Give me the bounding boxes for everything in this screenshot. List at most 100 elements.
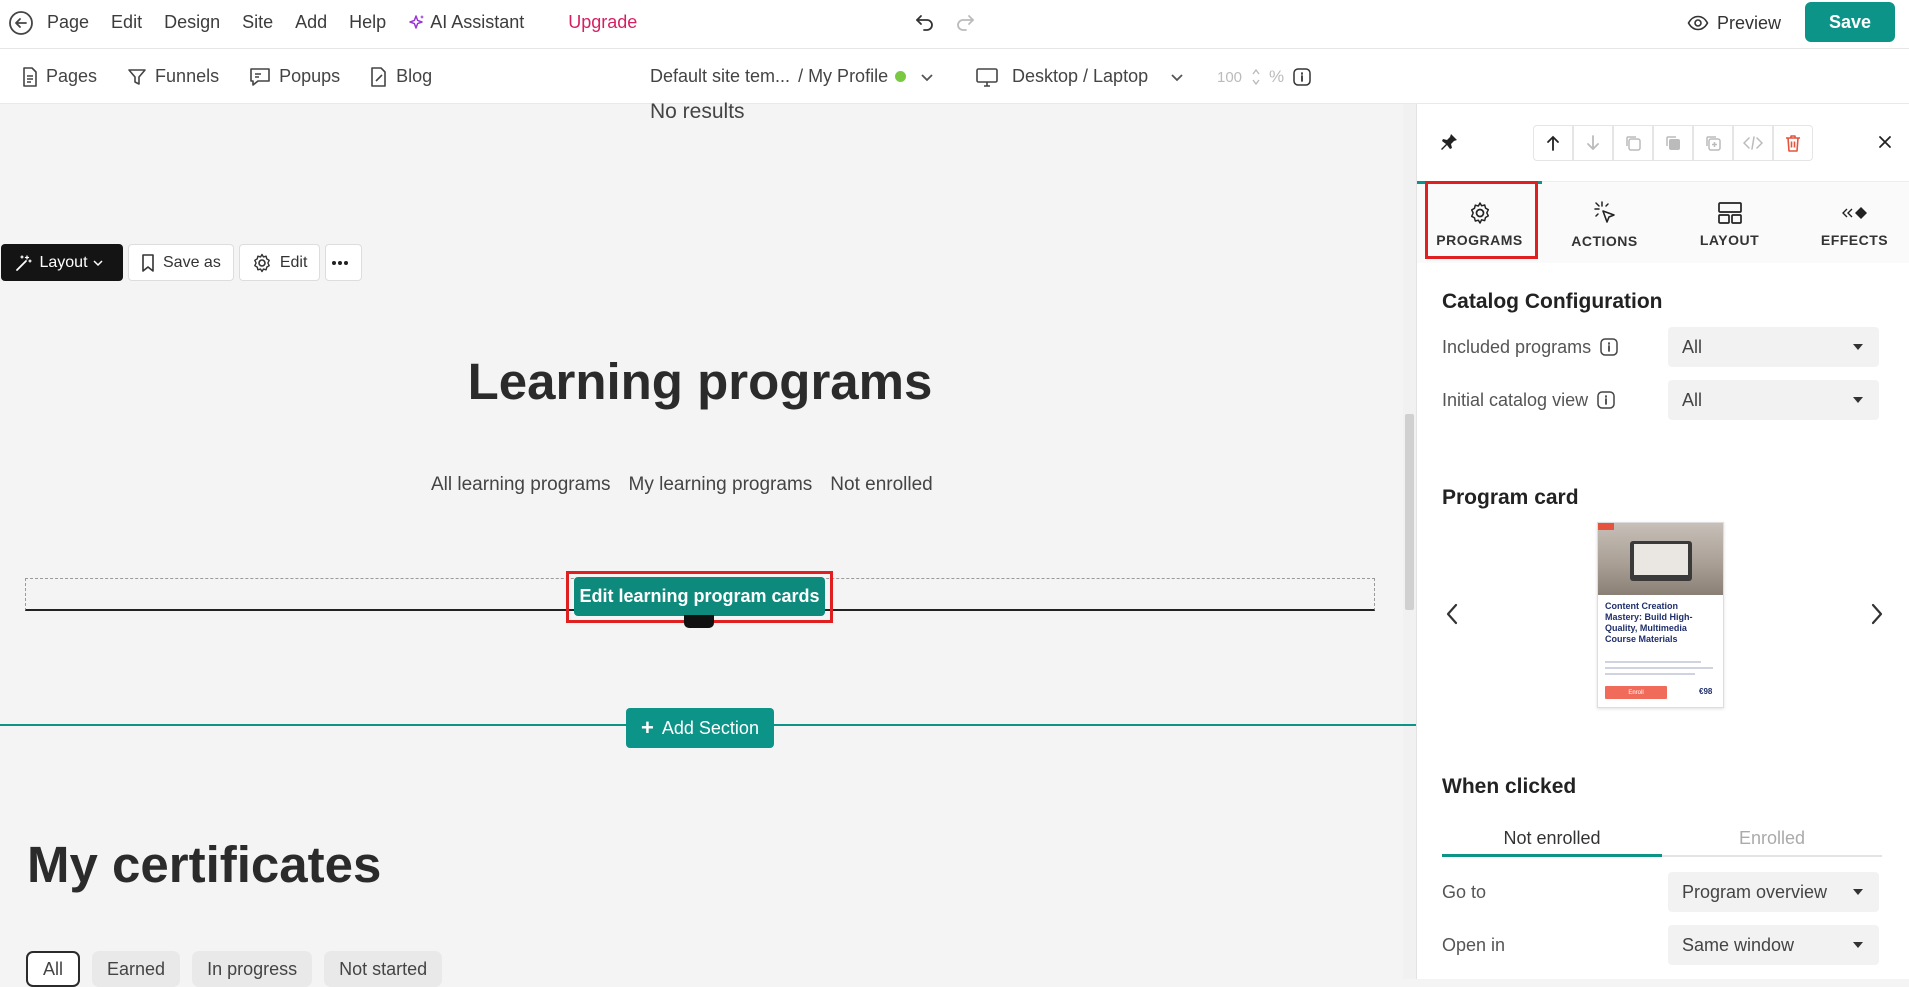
copy-icon[interactable] xyxy=(1613,125,1653,161)
nav-blog[interactable]: Blog xyxy=(370,66,432,87)
cert-tab-earned[interactable]: Earned xyxy=(92,951,181,987)
site-nav: Pages Funnels Popups Blog xyxy=(22,49,462,104)
code-icon[interactable] xyxy=(1733,125,1773,161)
nav-pages[interactable]: Pages xyxy=(22,66,97,87)
chevron-down-icon xyxy=(1171,73,1183,81)
more-dots-icon xyxy=(331,260,348,265)
delete-icon[interactable] xyxy=(1773,125,1813,161)
move-down-icon[interactable] xyxy=(1573,125,1613,161)
cert-tab-in-progress[interactable]: In progress xyxy=(192,951,313,987)
menu-help[interactable]: Help xyxy=(349,12,386,33)
add-section-label: Add Section xyxy=(661,717,759,738)
resize-handle[interactable] xyxy=(684,615,714,628)
element-toolbar xyxy=(1533,125,1813,161)
stepper-icon[interactable] xyxy=(1251,66,1261,88)
eye-icon xyxy=(1687,15,1709,31)
page-title: Learning programs xyxy=(467,353,933,410)
device-selector[interactable]: Desktop / Laptop xyxy=(976,49,1184,104)
initial-view-select[interactable]: All xyxy=(1668,380,1879,420)
sparkle-icon xyxy=(409,14,425,29)
page-icon xyxy=(23,66,37,87)
section-toolbar: Layout Save as Edit xyxy=(1,244,363,281)
bookmark-icon xyxy=(142,253,154,272)
canvas-scrollbar-thumb[interactable] xyxy=(1405,414,1414,610)
gear-icon xyxy=(253,253,270,272)
card-description-line xyxy=(1605,667,1713,669)
goto-value: Program overview xyxy=(1682,881,1828,902)
pin-icon[interactable] xyxy=(1439,132,1459,152)
cert-tab-not-started[interactable]: Not started xyxy=(324,951,443,987)
save-as-label: Save as xyxy=(163,253,221,271)
close-icon[interactable] xyxy=(1877,134,1893,150)
redo-icon[interactable] xyxy=(953,11,977,33)
certificate-filter-tabs: All Earned In progress Not started xyxy=(26,951,454,987)
page-selector[interactable]: Default site tem... / My Profile xyxy=(650,49,934,104)
undo-icon[interactable] xyxy=(913,11,937,33)
open-in-value: Same window xyxy=(1682,934,1795,955)
tab-actions[interactable]: ACTIONS xyxy=(1542,184,1667,264)
more-options-button[interactable] xyxy=(325,244,363,281)
edit-program-cards-button[interactable]: Edit learning program cards xyxy=(574,577,825,616)
main-menu: Page Edit Design Site Add Help AI Assist… xyxy=(47,0,659,45)
upgrade-link[interactable]: Upgrade xyxy=(568,12,637,33)
layout-button[interactable]: Layout xyxy=(1,244,123,281)
tab-effects[interactable]: EFFECTS xyxy=(1792,184,1909,264)
menu-design[interactable]: Design xyxy=(164,12,220,33)
tab-layout[interactable]: LAYOUT xyxy=(1667,184,1792,264)
initial-view-value: All xyxy=(1682,389,1703,410)
info-icon[interactable] xyxy=(1596,390,1616,410)
tab-all-learning-programs[interactable]: All learning programs xyxy=(431,474,611,496)
save-button[interactable]: Save xyxy=(1805,2,1895,42)
info-icon[interactable] xyxy=(1292,67,1312,87)
preview-label: Preview xyxy=(1717,12,1782,33)
menu-add[interactable]: Add xyxy=(295,12,327,33)
zoom-unit: % xyxy=(1269,67,1285,86)
card-price: €98 xyxy=(1699,687,1713,696)
zoom-input[interactable]: 100 xyxy=(1217,69,1251,86)
nav-popups[interactable]: Popups xyxy=(249,66,340,87)
status-dot xyxy=(895,71,907,82)
chevron-left-icon[interactable] xyxy=(1445,603,1459,625)
menu-site[interactable]: Site xyxy=(242,12,273,33)
edit-section-button[interactable]: Edit xyxy=(238,244,321,281)
nav-funnels[interactable]: Funnels xyxy=(127,66,219,87)
ai-assistant-button[interactable]: AI Assistant xyxy=(408,12,546,33)
preview-button[interactable]: Preview xyxy=(1687,8,1781,38)
catalog-config-title: Catalog Configuration xyxy=(1442,290,1663,313)
save-as-button[interactable]: Save as xyxy=(128,244,234,281)
card-description-line xyxy=(1605,673,1695,675)
magic-wand-icon xyxy=(16,254,33,271)
segment-enrolled[interactable]: Enrolled xyxy=(1662,819,1882,855)
paste-icon[interactable] xyxy=(1693,125,1733,161)
enrollment-segmented-control: Not enrolled Enrolled xyxy=(1442,819,1882,857)
program-card-preview[interactable]: Content Creation Mastery: Build High-Qua… xyxy=(1597,522,1724,708)
tab-my-learning-programs[interactable]: My learning programs xyxy=(629,474,813,496)
included-programs-row: Included programs All xyxy=(1442,327,1882,367)
duplicate-icon[interactable] xyxy=(1653,125,1693,161)
info-icon[interactable] xyxy=(1599,337,1619,357)
segment-not-enrolled[interactable]: Not enrolled xyxy=(1442,819,1662,857)
caret-down-icon xyxy=(1853,889,1863,895)
card-enroll-button: Enroll xyxy=(1605,686,1667,699)
card-title: Content Creation Mastery: Build High-Qua… xyxy=(1605,601,1693,644)
device-label: Desktop / Laptop xyxy=(1012,66,1149,86)
goto-label: Go to xyxy=(1442,881,1487,902)
program-card-title: Program card xyxy=(1442,486,1579,509)
back-arrow-icon[interactable] xyxy=(8,10,34,36)
goto-row: Go to Program overview xyxy=(1442,872,1882,912)
open-in-select[interactable]: Same window xyxy=(1668,925,1879,965)
menu-page[interactable]: Page xyxy=(47,12,89,33)
tab-not-enrolled[interactable]: Not enrolled xyxy=(830,474,932,496)
goto-select[interactable]: Program overview xyxy=(1668,872,1879,912)
nav-funnels-label: Funnels xyxy=(155,66,220,86)
move-up-icon[interactable] xyxy=(1533,125,1573,161)
menu-edit[interactable]: Edit xyxy=(111,12,142,33)
settings-panel: PROGRAMS ACTIONS LAYOUT EFFECTS Catalog … xyxy=(1416,104,1909,979)
top-bar: Page Edit Design Site Add Help AI Assist… xyxy=(0,0,1909,49)
cert-tab-all[interactable]: All xyxy=(26,951,81,987)
secondary-bar: Pages Funnels Popups Blog Default site t… xyxy=(0,49,1909,104)
page-label: / My Profile xyxy=(798,66,889,86)
included-programs-select[interactable]: All xyxy=(1668,327,1879,367)
chevron-right-icon[interactable] xyxy=(1870,603,1884,625)
add-section-button[interactable]: + Add Section xyxy=(626,708,774,748)
